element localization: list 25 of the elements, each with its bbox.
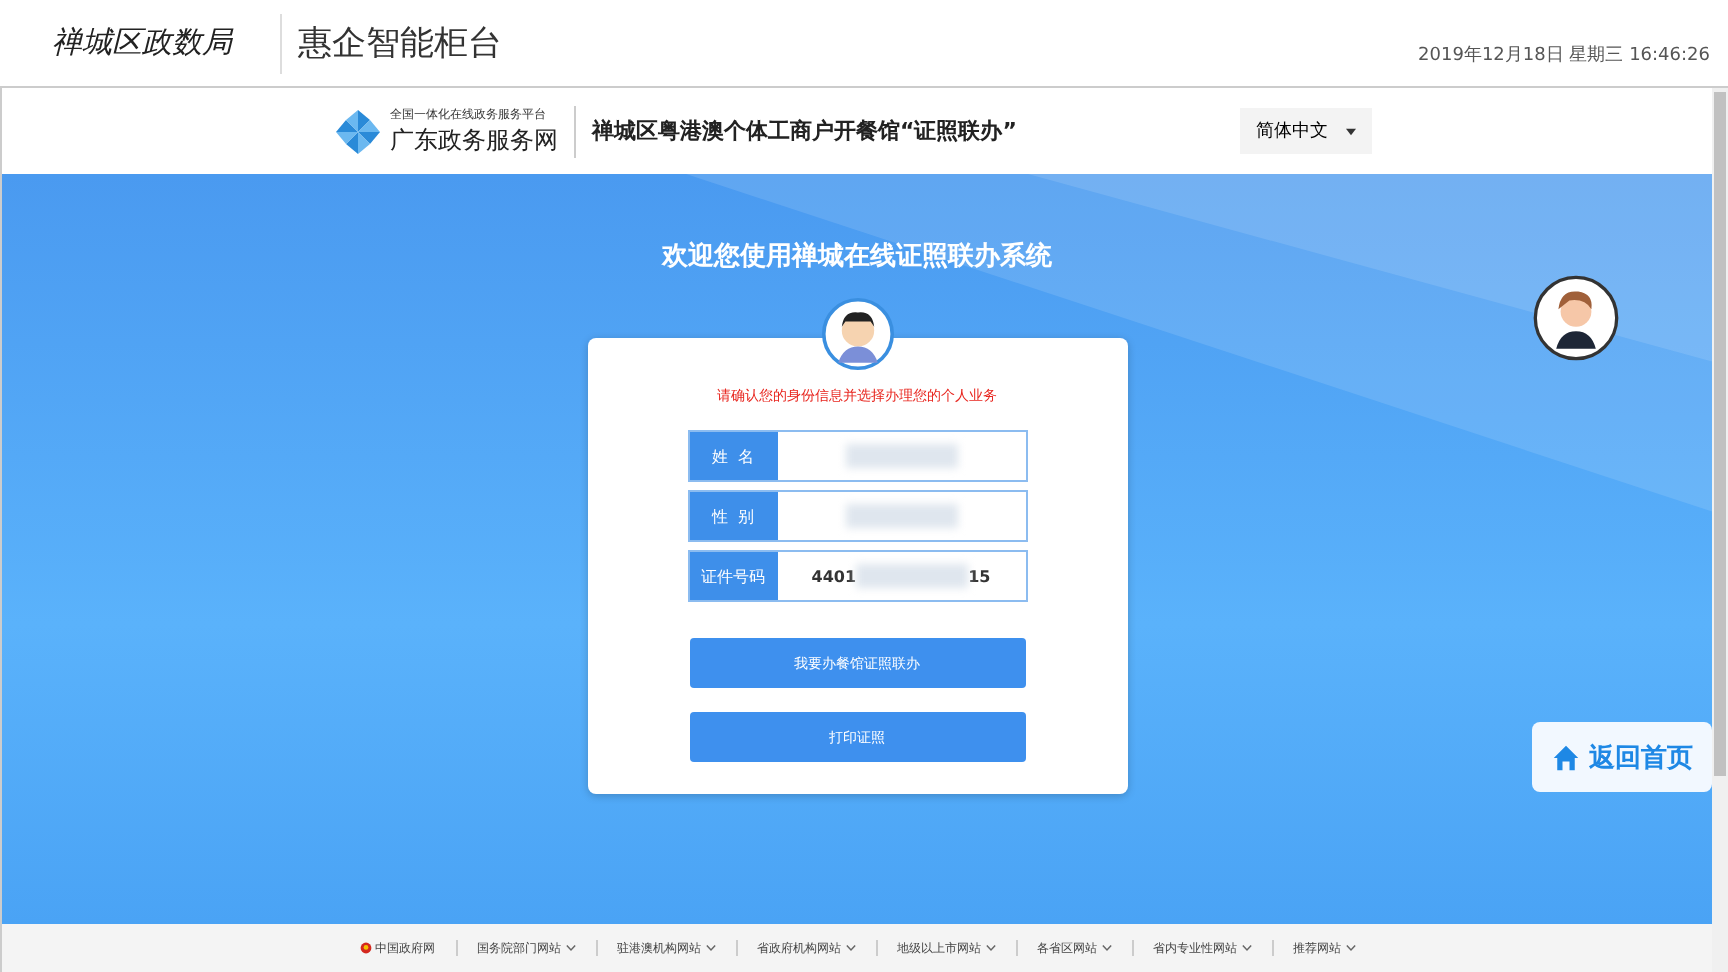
welcome-title: 欢迎您使用禅城在线证照联办系统 [662, 239, 1052, 274]
language-select[interactable]: 简体中文 [1240, 108, 1372, 154]
chevron-down-icon [565, 944, 575, 952]
dropdown-icon [1346, 128, 1356, 136]
field-value: 15 [968, 567, 991, 585]
field-label: 性 别 [689, 492, 777, 540]
chevron-down-icon [705, 944, 715, 952]
date-time: 2019年12月18日 星期三 16:46:26 [1418, 43, 1710, 68]
app-title: 惠企智能柜台 [280, 13, 502, 73]
chevron-down-icon [1345, 944, 1355, 952]
pinwheel-logo-icon [334, 107, 382, 155]
chevron-down-icon [1101, 944, 1111, 952]
service-agent-icon [1532, 274, 1620, 362]
field-value: 4401 [811, 567, 857, 585]
platform-name: 广东政务服务网 [390, 123, 558, 157]
scrollbar[interactable] [1712, 88, 1728, 972]
field-label: 姓 名 [689, 432, 777, 480]
chevron-down-icon [845, 944, 855, 952]
page-title: 禅城区粤港澳个体工商户开餐馆“证照联办” [592, 116, 1017, 146]
chevron-down-icon [1241, 944, 1251, 952]
field-label: 证件号码 [689, 552, 777, 600]
home-icon [1551, 743, 1579, 771]
emblem-icon [359, 942, 371, 954]
chevron-down-icon [985, 944, 995, 952]
logo-text: 禅城区政数局 [50, 24, 236, 62]
